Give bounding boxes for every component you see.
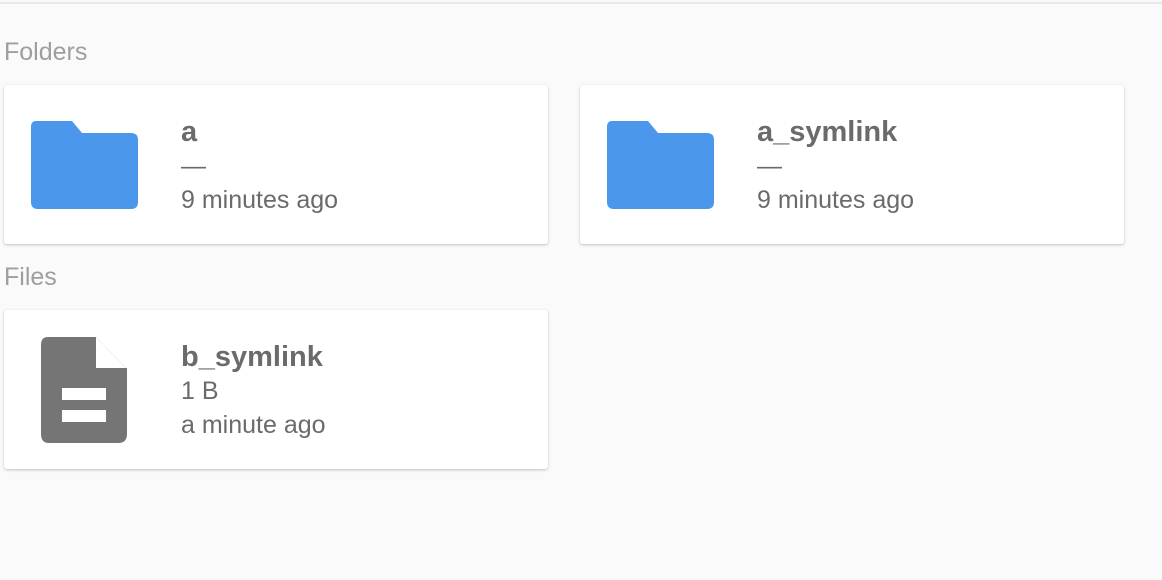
folder-item-a[interactable]: a — 9 minutes ago — [4, 85, 548, 244]
folder-name: a — [181, 116, 198, 148]
folder-name: a_symlink — [757, 116, 898, 148]
folder-icon — [30, 117, 142, 213]
folder-modified: 9 minutes ago — [757, 186, 915, 214]
file-size: 1 B — [181, 377, 219, 405]
folder-size: — — [757, 152, 782, 180]
files-section-title: Files — [4, 263, 57, 291]
folder-item-a-symlink[interactable]: a_symlink — 9 minutes ago — [580, 85, 1124, 244]
top-divider — [0, 2, 1162, 4]
folder-icon — [606, 117, 718, 213]
file-name: b_symlink — [181, 341, 323, 373]
folders-section-title: Folders — [4, 38, 88, 66]
file-item-b-symlink[interactable]: b_symlink 1 B a minute ago — [4, 310, 548, 469]
folder-size: — — [181, 152, 206, 180]
file-modified: a minute ago — [181, 411, 326, 439]
file-icon — [40, 336, 128, 444]
folder-modified: 9 minutes ago — [181, 186, 339, 214]
